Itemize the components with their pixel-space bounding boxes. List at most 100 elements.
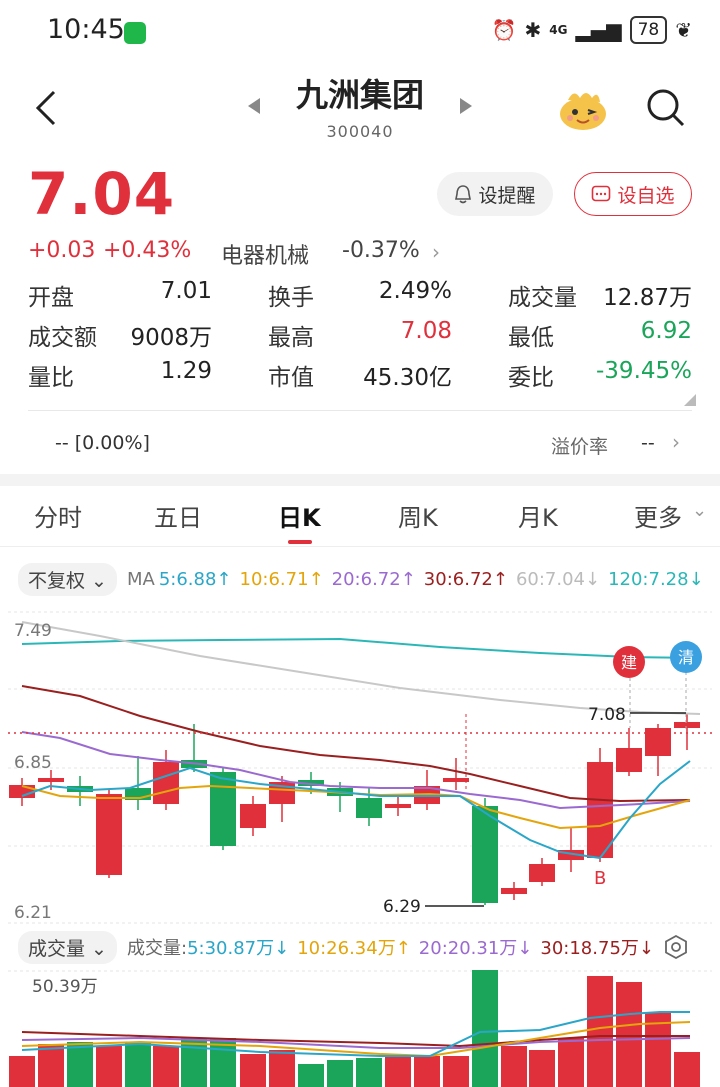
candle-body: [529, 864, 555, 882]
volume-max-label: 50.39万: [32, 977, 98, 997]
vol-ma30: 30:18.75万↓: [540, 938, 654, 959]
stat-value: 12.87万: [603, 285, 692, 311]
next-stock-icon[interactable]: [458, 96, 474, 116]
clear-marker[interactable]: 清: [670, 641, 702, 673]
stat-label: 最高: [268, 325, 314, 351]
add-favorite-button[interactable]: 设自选: [574, 172, 692, 216]
ma60-line: [21, 621, 701, 715]
mascot-icon[interactable]: [558, 86, 608, 132]
stat-label: 委比: [508, 365, 554, 391]
stat-value: 6.92: [640, 318, 692, 344]
volume-bar: [472, 970, 498, 1087]
volume-bar: [501, 1046, 527, 1087]
leaf-icon: ❦: [675, 18, 692, 42]
expand-corner-icon[interactable]: [684, 394, 696, 406]
section-separator: [0, 474, 720, 486]
stat-value: 1.29: [160, 358, 212, 384]
set-alert-button[interactable]: 设提醒: [437, 172, 553, 216]
stat-value: 7.01: [160, 278, 212, 304]
volume-bar: [674, 1052, 700, 1087]
volume-bar: [67, 1042, 93, 1087]
settings-icon[interactable]: [664, 935, 688, 959]
tab-underline: [288, 540, 312, 544]
build-marker-text: 建: [621, 653, 637, 672]
ma120-line: [21, 637, 701, 659]
ma-prefix: MA: [126, 568, 155, 590]
battery-icon: 78: [629, 16, 668, 44]
y-axis-top: 7.49: [14, 621, 52, 641]
candle-body: [385, 804, 411, 808]
stat-label: 开盘: [28, 285, 74, 311]
candle-body: [587, 762, 613, 858]
chevron-right-icon[interactable]: ›: [672, 430, 680, 454]
signal-label: 4G: [549, 23, 568, 37]
premium-value[interactable]: --: [641, 432, 655, 454]
build-marker[interactable]: 建: [613, 646, 645, 678]
volume-bar: [356, 1058, 382, 1087]
candle-body: [96, 794, 122, 875]
candle-body: [356, 798, 382, 818]
chevron-down-icon[interactable]: ⌄: [692, 500, 707, 521]
ma120-value: 120:7.28↓: [608, 568, 704, 590]
tab-4[interactable]: 月K: [518, 498, 558, 533]
stat-label: 成交量: [508, 285, 577, 311]
add-favorite-label: 设自选: [617, 184, 675, 207]
stock-code: 300040: [326, 122, 394, 141]
chevron-right-icon[interactable]: ›: [432, 240, 440, 264]
tab-0[interactable]: 分时: [34, 498, 82, 533]
chat-box-icon: [592, 185, 611, 202]
volume-bar: [443, 1056, 469, 1087]
buy-signal-label: B: [594, 868, 606, 889]
ma10-value: 10:6.71↑: [239, 568, 324, 590]
tab-3[interactable]: 周K: [398, 498, 438, 533]
bluetooth-icon: ✱: [524, 18, 542, 42]
vol-ma10: 10:26.34万↑: [297, 938, 411, 959]
volume-selector-label: 成交量: [28, 937, 86, 960]
current-price: 7.04: [28, 160, 176, 228]
volume-selector[interactable]: 成交量 ⌄: [18, 930, 117, 964]
adjust-selector[interactable]: 不复权 ⌄: [18, 562, 117, 596]
stat-label: 量比: [28, 365, 74, 391]
vol-ma5: 5:30.87万↓: [187, 938, 290, 959]
volume-bar: [529, 1050, 555, 1087]
premium-left-value: -- [0.00%]: [55, 432, 150, 454]
volume-bar: [385, 1056, 411, 1087]
stat-value: -39.45%: [596, 358, 692, 384]
candle-body: [443, 778, 469, 782]
stat-value: 9008万: [130, 325, 212, 351]
volume-bar: [9, 1056, 35, 1087]
tab-5[interactable]: 更多: [634, 498, 682, 533]
volume-bar: [587, 976, 613, 1087]
set-alert-label: 设提醒: [478, 184, 536, 207]
candle-body: [501, 888, 527, 894]
status-bar: 10:45 ⏰ ✱ 4G ▂▄▆ 78 ❦: [0, 0, 720, 66]
volume-chart[interactable]: 50.39万: [0, 970, 720, 1087]
volume-bar: [616, 982, 642, 1087]
bell-icon: [455, 185, 472, 204]
stat-value: 2.49%: [378, 278, 452, 304]
volume-bar: [269, 1050, 295, 1087]
vol-ma20: 20:20.31万↓: [418, 938, 533, 959]
volume-bar: [298, 1064, 324, 1087]
kline-chart[interactable]: 建 清 7.49 6.85 6.21 7.08 6.29 B: [0, 600, 720, 930]
candle-body: [674, 722, 700, 728]
alarm-icon: ⏰: [491, 18, 517, 42]
candle-body: [645, 728, 671, 756]
tab-2[interactable]: 日K: [278, 498, 321, 533]
premium-label[interactable]: 溢价率: [551, 432, 608, 459]
price-change: +0.03: [28, 238, 96, 263]
ma30-value: 30:6.72↑: [423, 568, 508, 590]
ma5-value: 5:6.88↑: [158, 568, 232, 590]
volume-bar: [38, 1044, 64, 1087]
divider: [28, 410, 692, 411]
volume-bar: [327, 1060, 353, 1087]
volume-bar: [153, 1046, 179, 1087]
tab-1[interactable]: 五日: [154, 498, 202, 533]
sector-change[interactable]: -0.37%: [342, 238, 420, 263]
sector-name[interactable]: 电器机械: [221, 238, 309, 270]
search-icon[interactable]: [644, 86, 688, 130]
candle-body: [210, 772, 236, 846]
candle-body: [153, 762, 179, 804]
volume-bar: [240, 1054, 266, 1087]
divider: [0, 546, 720, 547]
